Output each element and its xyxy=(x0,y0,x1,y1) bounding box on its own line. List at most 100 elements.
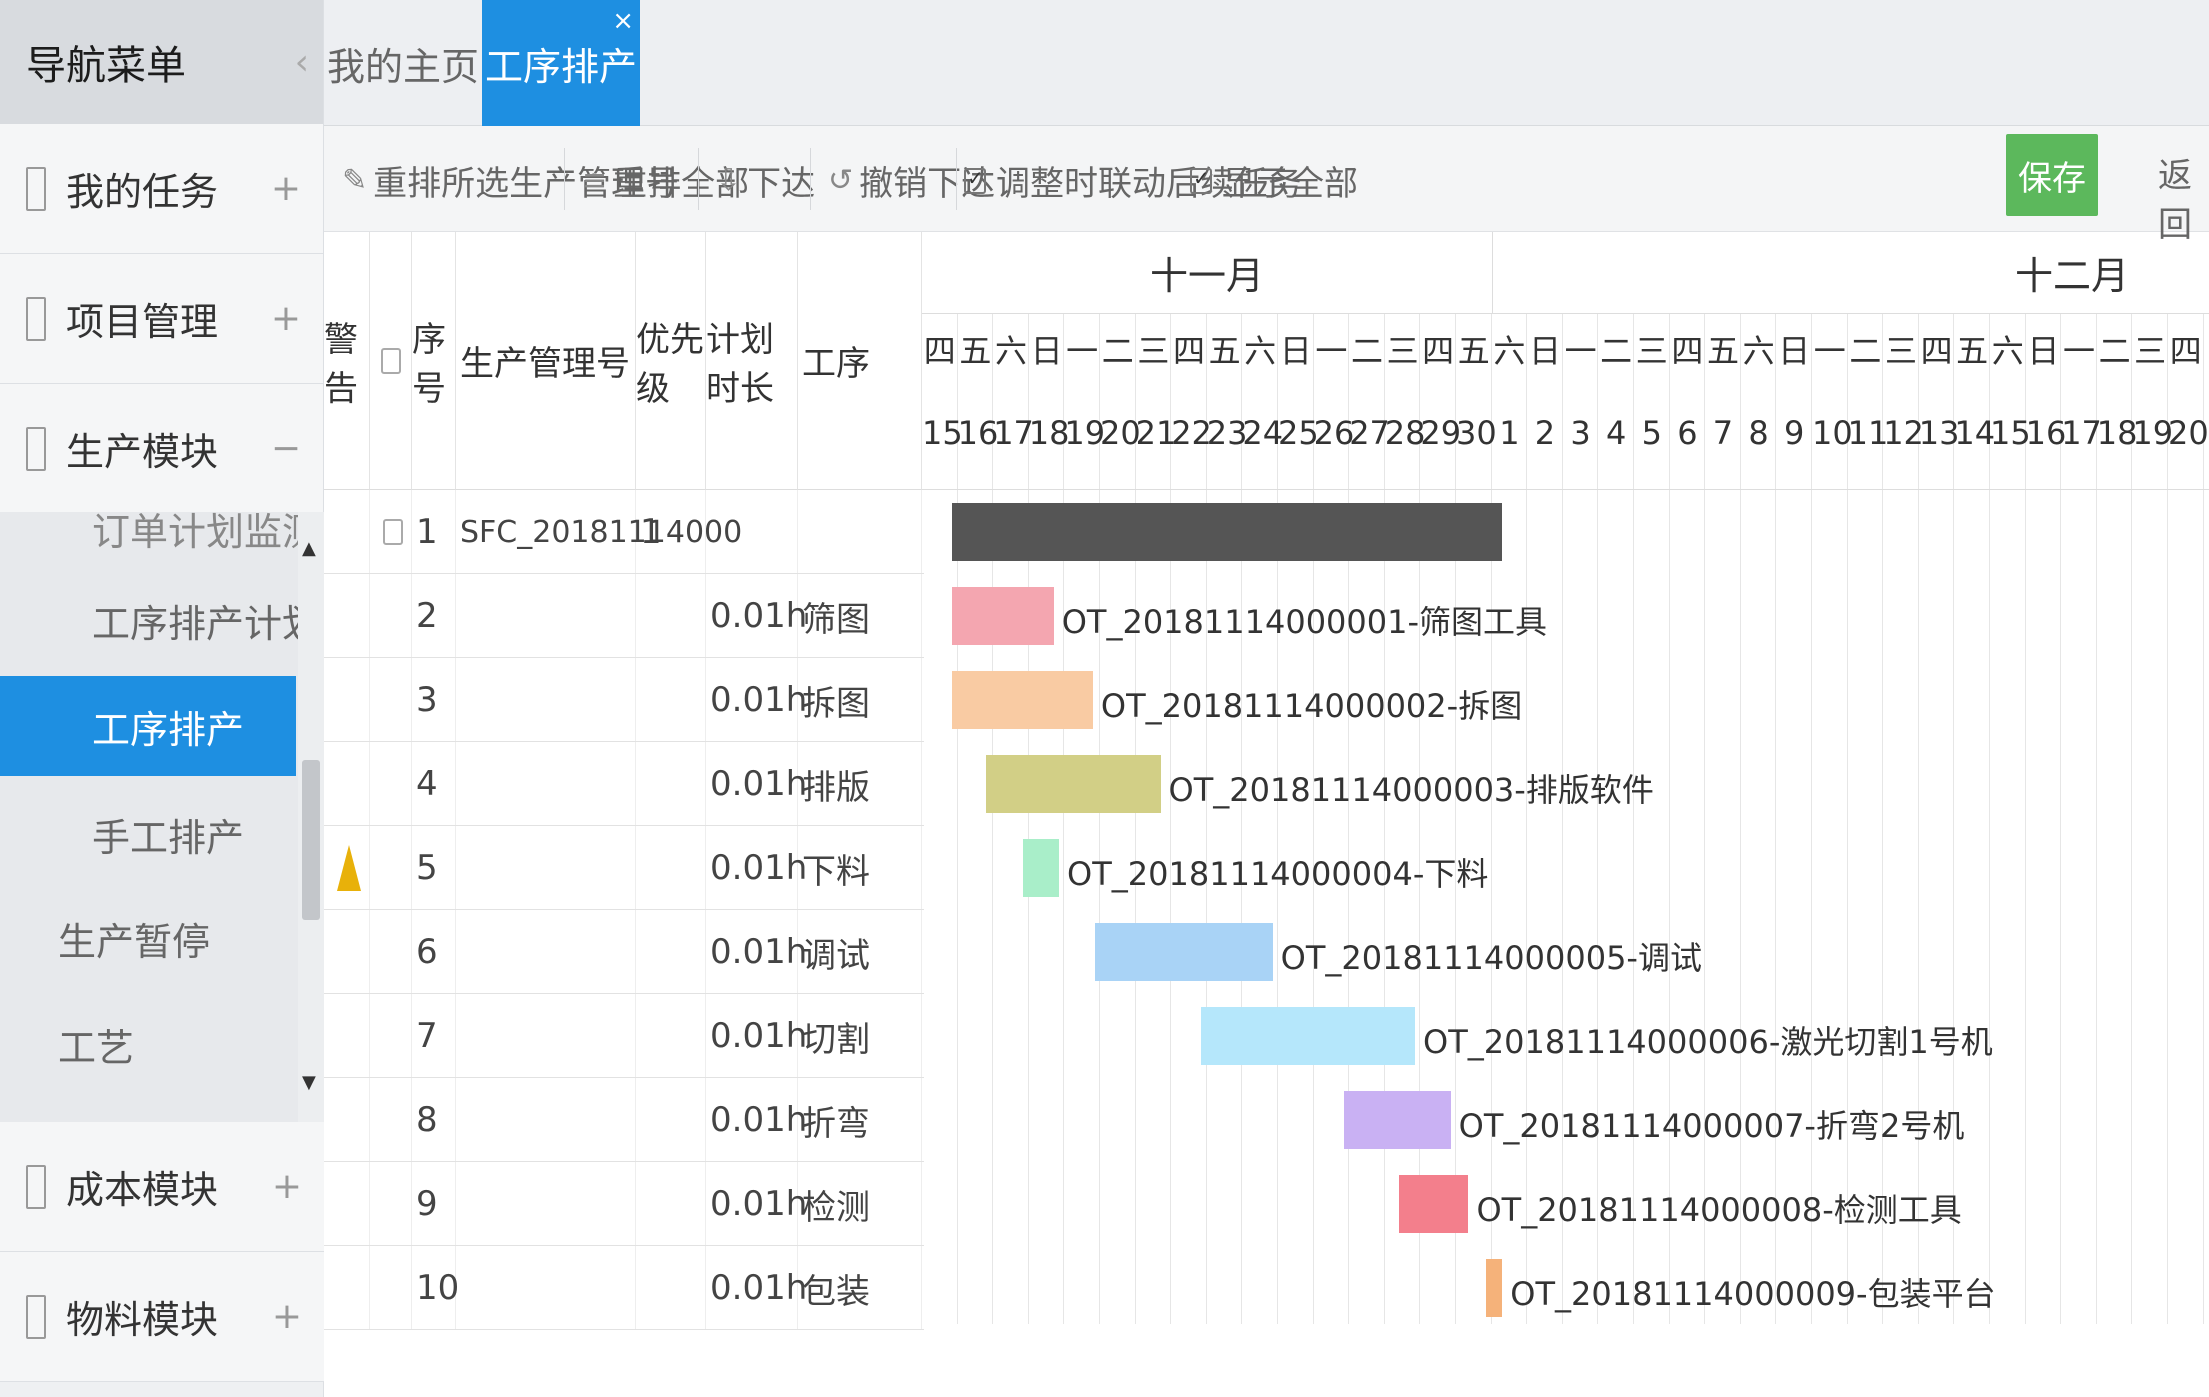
priority-cell xyxy=(636,994,706,1078)
checkbox-checked-icon[interactable] xyxy=(964,166,986,194)
gantt-weekday-label: 二 xyxy=(1849,332,1882,370)
seq-cell: 3 xyxy=(412,658,456,742)
sidebar-item-production-pause[interactable]: 生产暂停 xyxy=(58,888,210,988)
row-checkbox[interactable] xyxy=(382,519,403,545)
gantt-day-label: 27 xyxy=(1349,414,1390,452)
seq-cell: 4 xyxy=(412,742,456,826)
show-all-checkbox[interactable]: 显示全部 xyxy=(1190,156,1358,205)
release-button[interactable]: ⇩ 下达 xyxy=(716,156,815,205)
menu-group-production[interactable]: 生产模块 − xyxy=(0,384,323,514)
expand-icon[interactable]: + xyxy=(271,168,301,209)
gantt-task-bar[interactable] xyxy=(1399,1175,1469,1233)
expand-icon[interactable]: + xyxy=(272,1166,302,1207)
priority-cell xyxy=(636,658,706,742)
gantt-weekday-label: 三 xyxy=(1137,332,1170,370)
priority-cell: 1 xyxy=(636,490,706,574)
gantt-weekday-label: 四 xyxy=(2169,332,2202,370)
gantt-task-bar[interactable] xyxy=(1486,1259,1503,1317)
scrollbar-thumb[interactable] xyxy=(302,760,320,920)
gantt-day-column: 六 15 xyxy=(1990,314,2031,1324)
column-header-process: 工序 xyxy=(798,232,922,490)
priority-cell xyxy=(636,1078,706,1162)
select-cell xyxy=(370,826,412,910)
gantt-day-column: 五 16 xyxy=(957,314,999,1324)
order-no-cell xyxy=(456,1246,636,1330)
expand-icon[interactable]: + xyxy=(271,298,301,339)
gantt-weekday-label: 五 xyxy=(959,332,992,370)
column-header-order-no: 生产管理号 xyxy=(456,232,636,490)
gantt-day-column: 四 29 xyxy=(1420,314,1461,1324)
gantt-day-label: 18 xyxy=(1028,414,1070,452)
duration-cell: 0.01h xyxy=(706,994,807,1078)
button-label: 下达 xyxy=(747,164,816,204)
close-icon[interactable]: × xyxy=(612,6,634,36)
gantt-day-column: 日 25 xyxy=(1278,314,1319,1324)
gantt-weekday-label: 六 xyxy=(1991,332,2024,370)
gantt-day-label: 8 xyxy=(1748,414,1769,452)
gantt-day-label: 7 xyxy=(1712,414,1734,452)
scroll-up-icon[interactable]: ▲ xyxy=(302,538,316,559)
gantt-weekday-label: 一 xyxy=(1564,332,1597,370)
sidebar-item-process-scheduling[interactable]: 工序排产 xyxy=(0,676,296,776)
select-all-checkbox[interactable] xyxy=(380,347,401,374)
divider xyxy=(810,148,811,210)
gantt-task-bar[interactable] xyxy=(1343,1091,1451,1149)
sidebar-item-order-plan-monitor[interactable]: 订单计划监测 xyxy=(92,512,320,578)
sidebar-item-manual-scheduling[interactable]: 手工排产 xyxy=(92,784,244,884)
gantt-task-bar[interactable] xyxy=(1023,839,1060,897)
save-button[interactable]: 保存 xyxy=(2006,134,2098,216)
gantt-day-column: 六 17 xyxy=(993,314,1034,1324)
gantt-day-column: 一 10 xyxy=(1812,314,1853,1324)
menu-group-material[interactable]: 物料模块 + xyxy=(0,1252,324,1382)
gantt-task-label: OT_20181114000007-折弯2号机 xyxy=(1458,1107,1965,1145)
gantt-day-label: 25 xyxy=(1278,414,1319,452)
gantt-day-label: 21 xyxy=(1135,414,1177,452)
collapse-icon[interactable]: − xyxy=(271,428,301,469)
column-header-duration: 计划时长 xyxy=(706,232,798,490)
gantt-task-bar[interactable] xyxy=(986,755,1161,813)
divider xyxy=(564,148,565,210)
menu-group-label: 生产模块 xyxy=(66,430,219,474)
gantt-weekday-label: 六 xyxy=(1493,332,1526,370)
process-cell: 下料 xyxy=(798,826,922,910)
priority-cell xyxy=(636,910,706,994)
gantt-day-label: 14 xyxy=(1954,414,1996,452)
scroll-down-icon[interactable]: ▼ xyxy=(302,1072,316,1093)
gantt-day-label: 23 xyxy=(1206,414,1248,452)
gantt-day-label: 16 xyxy=(957,414,999,452)
main-content: 我的主页 工序排产 × ✎ 重排所选生产管理号 ≡ 重排全部 ⇩ 下达 ↺ 撤销… xyxy=(324,0,2209,1397)
gantt-task-bar[interactable] xyxy=(952,587,1054,645)
tab-process-scheduling[interactable]: 工序排产 × xyxy=(482,0,640,126)
priority-cell xyxy=(636,742,706,826)
gantt-weekday-label: 日 xyxy=(1528,332,1561,370)
tab-my-homepage[interactable]: 我的主页 xyxy=(324,0,482,126)
warning-cell xyxy=(324,742,370,826)
select-cell xyxy=(370,742,412,826)
column-header-select[interactable] xyxy=(370,232,412,490)
gantt-weekday-label: 日 xyxy=(2027,332,2060,370)
gantt-task-bar[interactable] xyxy=(952,671,1093,729)
gantt-day-column: 三5 xyxy=(1634,314,1670,1324)
undo-icon: ↺ xyxy=(828,163,854,198)
gantt-day-column: 二 27 xyxy=(1349,314,1390,1324)
gantt-task-bar[interactable] xyxy=(1094,923,1273,981)
duration-cell xyxy=(706,490,798,574)
submenu-scrollbar[interactable]: ▲ ▼ xyxy=(298,512,324,1122)
expand-icon[interactable]: + xyxy=(272,1296,302,1337)
gantt-task-bar[interactable] xyxy=(1201,1007,1416,1065)
divider xyxy=(956,148,957,210)
column-header-warning: 警告 xyxy=(324,232,370,490)
gantt-day-column: 一 17 xyxy=(2061,314,2102,1324)
priority-cell xyxy=(636,574,706,658)
app-window: 导航菜单 ‹ 我的任务 + 项目管理 + 生产模块 − 订单计划监测 工序排产计… xyxy=(0,0,2209,1397)
menu-group-project-management[interactable]: 项目管理 + xyxy=(0,254,323,384)
menu-group-my-tasks[interactable]: 我的任务 + xyxy=(0,124,323,254)
checkbox-checked-icon[interactable] xyxy=(1190,166,1212,194)
collapse-sidebar-icon[interactable]: ‹ xyxy=(295,42,309,83)
warning-cell xyxy=(324,490,370,574)
sidebar-item-process-schedule-plan[interactable]: 工序排产计划 xyxy=(92,570,320,670)
gantt-day-label: 13 xyxy=(1918,414,1960,452)
sidebar-item-process-craft[interactable]: 工艺 xyxy=(58,994,134,1094)
gantt-summary-bar[interactable] xyxy=(952,503,1503,561)
menu-group-cost[interactable]: 成本模块 + xyxy=(0,1122,324,1252)
